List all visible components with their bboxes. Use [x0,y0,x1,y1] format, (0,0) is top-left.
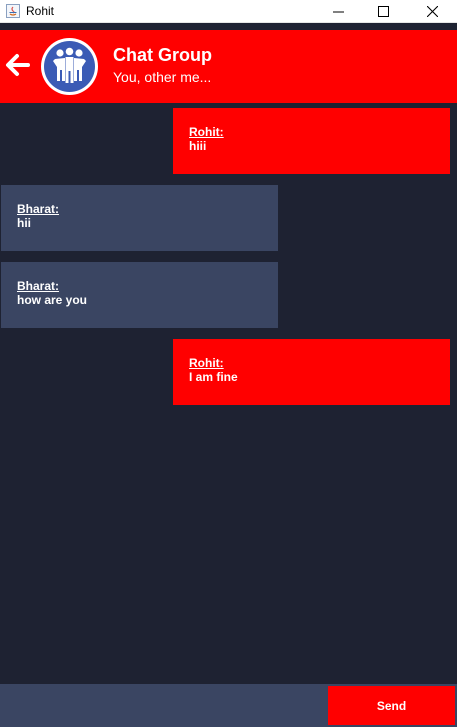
message-input[interactable] [0,684,326,727]
close-button[interactable] [410,0,455,22]
message-bubble-outgoing: Rohit: I am fine [173,339,450,405]
java-app-icon [6,4,20,18]
window-titlebar: Rohit [0,0,457,23]
chat-title: Chat Group [113,45,212,65]
message-bubble-incoming: Bharat: how are you [1,262,278,328]
message-sender: Bharat: [17,279,60,293]
message-text: I am fine [189,370,238,384]
send-button[interactable]: Send [326,684,457,727]
window-title: Rohit [26,4,55,18]
message-text: hiii [189,139,207,153]
message-bubble-incoming: Bharat: hii [1,185,278,251]
close-icon [427,5,438,17]
group-avatar-icon [40,37,99,96]
message-bubble-outgoing: Rohit: hiii [173,108,450,174]
back-arrow-icon[interactable] [4,52,30,78]
message-text: hii [17,216,31,230]
maximize-button[interactable] [361,0,406,22]
chat-subtitle: You, other me... [113,69,212,85]
minimize-icon [333,6,344,17]
minimize-button[interactable] [316,0,361,22]
message-text: how are you [17,293,88,307]
maximize-icon [378,5,389,17]
message-sender: Rohit: [189,125,224,139]
message-sender: Rohit: [189,356,224,370]
message-sender: Bharat: [17,202,60,216]
chat-header: Chat Group You, other me... [0,30,457,103]
